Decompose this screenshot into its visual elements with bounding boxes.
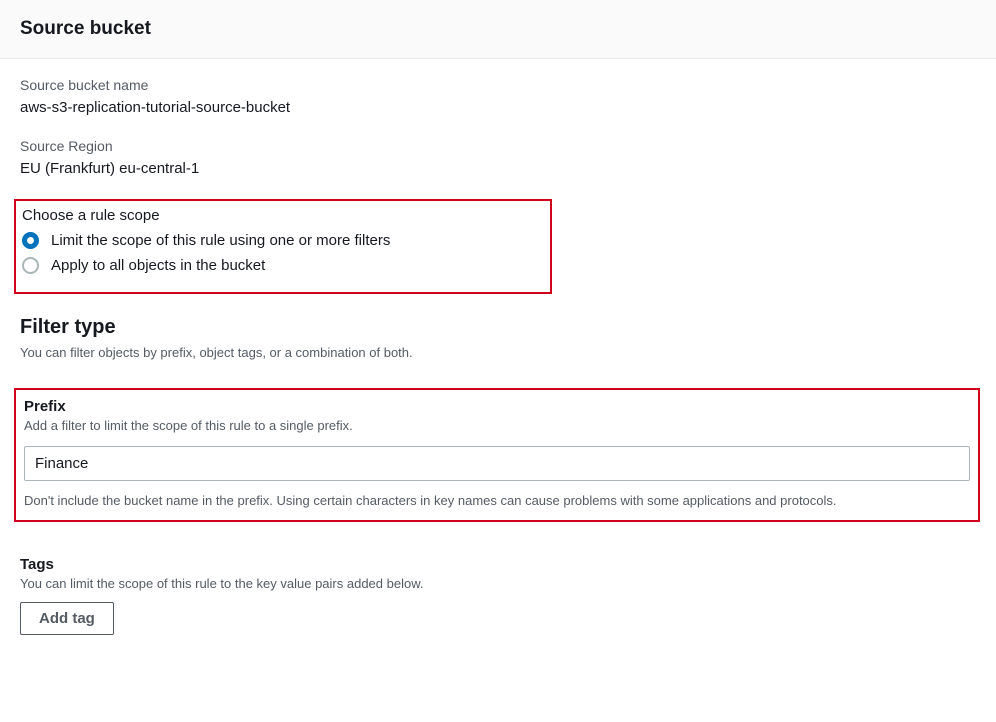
prefix-heading: Prefix: [24, 398, 970, 415]
scope-radio-limit-label: Limit the scope of this rule using one o…: [51, 232, 390, 249]
content-area: Source bucket name aws-s3-replication-tu…: [0, 59, 996, 655]
panel-header: Source bucket: [0, 0, 996, 59]
tags-group: Tags You can limit the scope of this rul…: [20, 556, 976, 635]
scope-title: Choose a rule scope: [22, 207, 544, 224]
prefix-help: Add a filter to limit the scope of this …: [24, 417, 970, 436]
filter-type-sub: You can filter objects by prefix, object…: [20, 345, 976, 360]
scope-radio-limit[interactable]: Limit the scope of this rule using one o…: [22, 232, 544, 249]
bucket-name-label: Source bucket name: [20, 77, 976, 93]
radio-selected-icon: [22, 232, 39, 249]
filter-type-heading: Filter type: [20, 316, 976, 339]
page-title: Source bucket: [20, 18, 976, 40]
prefix-group: Prefix Add a filter to limit the scope o…: [14, 388, 980, 522]
tags-heading: Tags: [20, 556, 976, 573]
region-value: EU (Frankfurt) eu-central-1: [20, 160, 976, 177]
tags-help: You can limit the scope of this rule to …: [20, 575, 976, 594]
bucket-name-value: aws-s3-replication-tutorial-source-bucke…: [20, 99, 976, 116]
region-label: Source Region: [20, 138, 976, 154]
prefix-post-help: Don't include the bucket name in the pre…: [24, 491, 964, 511]
rule-scope-group: Choose a rule scope Limit the scope of t…: [14, 199, 552, 294]
radio-unselected-icon: [22, 257, 39, 274]
add-tag-button[interactable]: Add tag: [20, 602, 114, 635]
prefix-input[interactable]: [24, 446, 970, 481]
source-bucket-name-group: Source bucket name aws-s3-replication-tu…: [20, 77, 976, 116]
scope-radio-all[interactable]: Apply to all objects in the bucket: [22, 257, 544, 274]
scope-radio-all-label: Apply to all objects in the bucket: [51, 257, 265, 274]
source-region-group: Source Region EU (Frankfurt) eu-central-…: [20, 138, 976, 177]
